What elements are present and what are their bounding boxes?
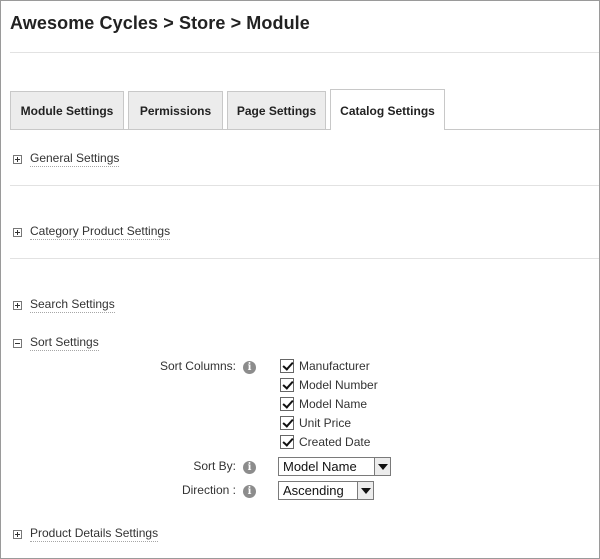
chevron-down-icon[interactable] xyxy=(374,458,390,475)
sort-by-label: Sort By: xyxy=(193,459,236,473)
sort-column-manufacturer[interactable]: Manufacturer xyxy=(280,358,370,374)
title-divider xyxy=(10,52,599,53)
section-search-settings[interactable]: Search Settings xyxy=(13,297,115,313)
sort-columns-label: Sort Columns: xyxy=(159,359,236,373)
section-general-settings[interactable]: General Settings xyxy=(13,151,120,167)
checkbox-label: Model Number xyxy=(299,378,378,392)
checkbox[interactable] xyxy=(280,359,294,373)
checkbox[interactable] xyxy=(280,416,294,430)
info-icon[interactable]: i xyxy=(243,361,256,374)
checkbox[interactable] xyxy=(280,397,294,411)
tab-catalog-settings[interactable]: Catalog Settings xyxy=(330,89,445,130)
collapse-icon[interactable] xyxy=(13,338,22,348)
settings-tabs: Module Settings Permissions Page Setting… xyxy=(10,89,599,130)
checkbox-label: Model Name xyxy=(299,397,368,411)
tab-page-settings[interactable]: Page Settings xyxy=(227,91,326,129)
sort-column-model-number[interactable]: Model Number xyxy=(280,377,378,393)
chevron-down-icon[interactable] xyxy=(357,482,373,499)
section-sort-settings[interactable]: Sort Settings xyxy=(13,335,99,351)
section-label: General Settings xyxy=(30,151,120,167)
select-value: Ascending xyxy=(283,483,344,498)
page-title: Awesome Cycles > Store > Module xyxy=(10,13,310,33)
tab-permissions[interactable]: Permissions xyxy=(128,91,223,129)
expand-icon[interactable] xyxy=(13,300,22,310)
section-divider xyxy=(10,185,599,186)
expand-icon[interactable] xyxy=(13,529,22,539)
expand-icon[interactable] xyxy=(13,227,22,237)
checkbox-label: Created Date xyxy=(299,435,371,449)
direction-select[interactable]: Ascending xyxy=(278,481,374,500)
tab-module-settings[interactable]: Module Settings xyxy=(10,91,124,129)
section-product-details-settings[interactable]: Product Details Settings xyxy=(13,526,159,542)
tabs-baseline xyxy=(10,129,599,130)
checkbox-label: Manufacturer xyxy=(299,359,370,373)
direction-label: Direction : xyxy=(181,483,236,497)
checkbox[interactable] xyxy=(280,378,294,392)
sort-column-model-name[interactable]: Model Name xyxy=(280,396,367,412)
section-label: Category Product Settings xyxy=(30,224,171,240)
sort-column-unit-price[interactable]: Unit Price xyxy=(280,415,351,431)
section-divider xyxy=(10,258,599,259)
sort-column-created-date[interactable]: Created Date xyxy=(280,434,370,450)
section-label: Product Details Settings xyxy=(30,526,159,542)
expand-icon[interactable] xyxy=(13,154,22,164)
checkbox-label: Unit Price xyxy=(299,416,352,430)
section-label: Sort Settings xyxy=(30,335,99,351)
info-icon[interactable]: i xyxy=(243,461,256,474)
info-icon[interactable]: i xyxy=(243,485,256,498)
checkbox[interactable] xyxy=(280,435,294,449)
sort-by-select[interactable]: Model Name xyxy=(278,457,391,476)
section-category-product-settings[interactable]: Category Product Settings xyxy=(13,224,171,240)
select-value: Model Name xyxy=(283,459,357,474)
section-label: Search Settings xyxy=(30,297,115,313)
